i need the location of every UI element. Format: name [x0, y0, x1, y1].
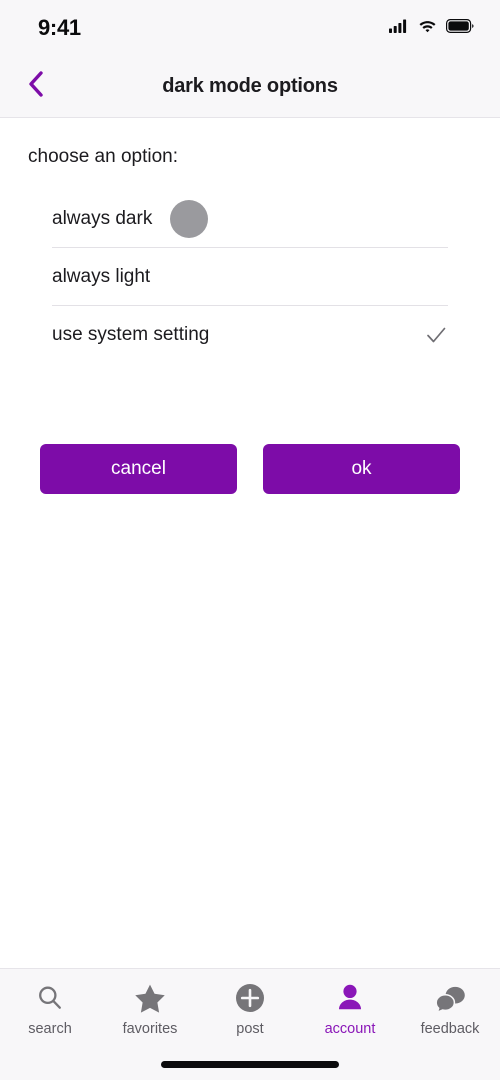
option-label: use system setting [52, 323, 210, 345]
tab-label: account [324, 1021, 376, 1037]
main-content: choose an option: always dark always lig… [0, 146, 500, 494]
tab-item-search[interactable]: search [0, 981, 100, 1037]
person-icon [334, 981, 366, 1015]
option-label: always light [52, 265, 151, 287]
chevron-left-icon [25, 69, 47, 104]
chat-bubbles-icon [433, 981, 467, 1015]
cellular-signal-icon [389, 19, 409, 38]
section-label: choose an option: [28, 146, 179, 167]
option-row-use-system-setting[interactable]: use system setting [52, 306, 448, 363]
dark-mode-option-list: always dark always light use system sett… [52, 190, 448, 363]
page-title: dark mode options [162, 75, 338, 97]
option-row-always-dark[interactable]: always dark [52, 190, 448, 248]
tab-label: feedback [420, 1021, 480, 1037]
tab-label: favorites [122, 1021, 178, 1037]
search-icon [35, 981, 65, 1015]
nav-header: dark mode options [0, 56, 500, 118]
back-button[interactable] [14, 65, 58, 109]
action-button-row: cancel ok [40, 444, 460, 494]
tab-item-favorites[interactable]: favorites [100, 981, 200, 1037]
status-bar-icons [389, 18, 474, 38]
ok-button[interactable]: ok [263, 444, 460, 494]
option-label: always dark [52, 207, 153, 229]
tab-items: search favorites post account feedback [0, 969, 500, 1037]
plus-circle-icon [234, 981, 266, 1015]
star-icon [134, 981, 166, 1015]
check-icon [424, 323, 448, 347]
battery-icon [446, 18, 474, 38]
option-row-always-light[interactable]: always light [52, 248, 448, 306]
status-bar: 9:41 [0, 0, 500, 56]
tab-item-feedback[interactable]: feedback [400, 981, 500, 1037]
tab-item-post[interactable]: post [200, 981, 300, 1037]
cancel-button[interactable]: cancel [40, 444, 237, 494]
home-indicator [161, 1061, 339, 1068]
wifi-icon [418, 19, 437, 38]
tab-label: search [28, 1021, 72, 1037]
status-bar-time: 9:41 [38, 15, 81, 40]
color-swatch-icon [170, 199, 209, 238]
tab-item-account[interactable]: account [300, 981, 400, 1037]
tab-label: post [236, 1021, 264, 1037]
bottom-tab-bar: search favorites post account feedback [0, 968, 500, 1080]
